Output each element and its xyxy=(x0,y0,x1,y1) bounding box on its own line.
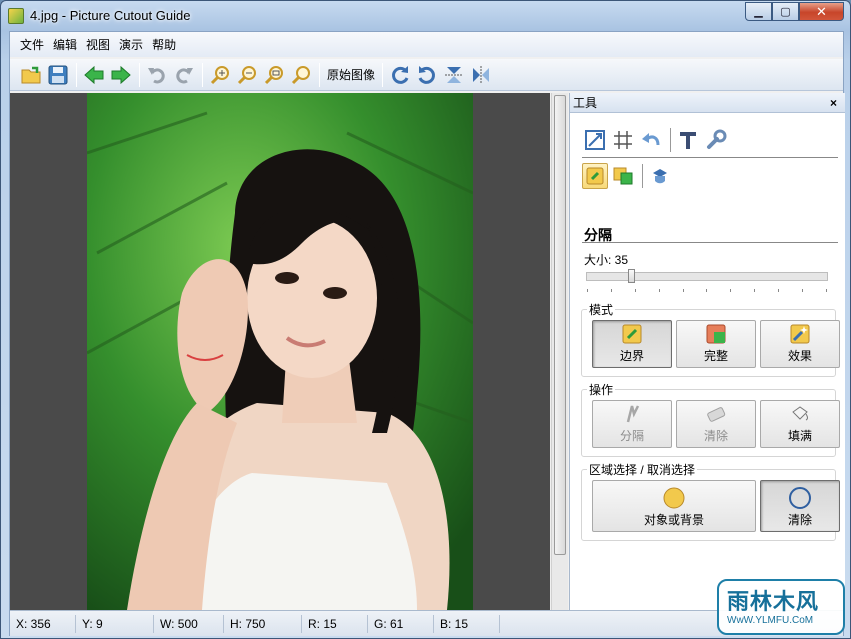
toolbar-separator xyxy=(139,62,140,87)
size-slider-thumb[interactable] xyxy=(628,269,636,283)
fill-op-button[interactable]: 填满 xyxy=(760,400,840,448)
complete-mode-label: 完整 xyxy=(703,349,728,363)
mode-icon-row xyxy=(582,163,675,189)
app-window: 4.jpg - Picture Cutout Guide ▁ ▢ ✕ 文件 编辑… xyxy=(0,0,851,639)
region-group-title: 区域选择 / 取消选择 xyxy=(587,461,698,478)
flip-vertical-icon[interactable] xyxy=(441,62,467,88)
tool-separator xyxy=(670,128,671,152)
photo-image[interactable] xyxy=(87,93,473,610)
fill-op-label: 填满 xyxy=(787,429,812,443)
separate-op-label: 分隔 xyxy=(619,429,644,443)
resize-icon[interactable] xyxy=(582,127,608,153)
status-r: R: 15 xyxy=(302,614,368,633)
zoom-fit-icon[interactable] xyxy=(261,62,287,88)
slider-ticks xyxy=(587,289,827,292)
mode-group-title: 模式 xyxy=(587,301,616,318)
status-w: W: 500 xyxy=(154,614,224,633)
separate-tool-icon[interactable] xyxy=(582,163,608,189)
status-h: H: 750 xyxy=(224,614,302,633)
clear-op-button[interactable]: 清除 xyxy=(676,400,756,448)
panel-header: 工具 × xyxy=(570,93,845,113)
watermark-url: WwW.YLMFU.CoM xyxy=(727,615,814,626)
maximize-button[interactable]: ▢ xyxy=(772,2,799,21)
menu-view[interactable]: 视图 xyxy=(86,36,110,53)
effect-mode-label: 效果 xyxy=(787,349,812,363)
menu-bar: 文件 编辑 视图 演示 帮助 xyxy=(10,32,843,57)
clear-op-label: 清除 xyxy=(703,429,728,443)
minimize-button[interactable]: ▁ xyxy=(745,2,772,21)
size-label: 大小: 35 xyxy=(584,253,629,267)
client-area: 文件 编辑 视图 演示 帮助 原始图像 工具 × 分隔 大小: 35 模式 边界… xyxy=(9,31,845,636)
original-image-button[interactable]: 原始图像 xyxy=(324,66,378,83)
toolbar-separator xyxy=(202,62,203,87)
complete-mode-button[interactable]: 完整 xyxy=(676,320,756,368)
border-mode-button[interactable]: 边界 xyxy=(592,320,672,368)
undo-icon[interactable] xyxy=(144,62,170,88)
operation-group: 操作 分隔 清除 填满 xyxy=(581,381,840,457)
tool-icon-row xyxy=(582,127,731,153)
watermark-text: 雨林木风 xyxy=(727,589,820,614)
toolbar-separator xyxy=(76,62,77,87)
image-canvas[interactable] xyxy=(10,93,550,610)
object-or-background-label: 对象或背景 xyxy=(643,513,704,527)
size-slider-track[interactable] xyxy=(586,272,828,281)
menu-file[interactable]: 文件 xyxy=(20,36,44,53)
back-arrow-icon[interactable] xyxy=(81,62,107,88)
merge-tool-icon[interactable] xyxy=(610,163,636,189)
text-icon[interactable] xyxy=(675,127,701,153)
crop-grid-icon[interactable] xyxy=(610,127,636,153)
divider xyxy=(582,157,838,158)
tools-panel: 工具 × 分隔 大小: 35 模式 边界 完整 效果 操作 分隔 清除 填满 区… xyxy=(569,93,845,610)
watermark-logo: 雨林木风 WwW.YLMFU.CoM xyxy=(717,579,845,635)
toolbar-separator xyxy=(382,62,384,87)
vertical-scrollbar[interactable] xyxy=(551,93,568,610)
tool-separator xyxy=(642,164,643,188)
undo-arrow-icon[interactable] xyxy=(638,127,664,153)
window-controls: ▁ ▢ ✕ xyxy=(745,2,844,21)
clear-region-label: 清除 xyxy=(787,513,812,527)
close-button[interactable]: ✕ xyxy=(799,2,844,21)
title-bar[interactable]: 4.jpg - Picture Cutout Guide ▁ ▢ ✕ xyxy=(1,1,850,31)
rotate-left-icon[interactable] xyxy=(414,62,440,88)
mode-group: 模式 边界 完整 效果 xyxy=(581,301,840,377)
scrollbar-thumb[interactable] xyxy=(554,95,566,555)
effect-mode-button[interactable]: 效果 xyxy=(760,320,840,368)
separate-op-button[interactable]: 分隔 xyxy=(592,400,672,448)
border-mode-label: 边界 xyxy=(619,349,644,363)
zoom-in-icon[interactable] xyxy=(207,62,233,88)
status-x: X: 356 xyxy=(10,614,76,633)
toolbar: 原始图像 xyxy=(10,59,843,91)
menu-edit[interactable]: 编辑 xyxy=(53,36,77,53)
clear-region-button[interactable]: 清除 xyxy=(760,480,840,532)
operation-group-title: 操作 xyxy=(587,381,616,398)
zoom-actual-icon[interactable] xyxy=(288,62,314,88)
rotate-right-icon[interactable] xyxy=(387,62,413,88)
divider xyxy=(582,242,838,243)
zoom-out-icon[interactable] xyxy=(234,62,260,88)
window-title: 4.jpg - Picture Cutout Guide xyxy=(30,8,191,23)
status-y: Y: 9 xyxy=(76,614,154,633)
redo-icon[interactable] xyxy=(171,62,197,88)
flip-horizontal-icon[interactable] xyxy=(468,62,494,88)
dispatch-tool-icon[interactable] xyxy=(647,163,673,189)
region-group: 区域选择 / 取消选择 对象或背景 清除 xyxy=(581,461,840,541)
status-g: G: 61 xyxy=(368,614,434,633)
toolbar-separator xyxy=(319,62,320,87)
wrench-icon[interactable] xyxy=(703,127,729,153)
object-or-background-button[interactable]: 对象或背景 xyxy=(592,480,756,532)
menu-demo[interactable]: 演示 xyxy=(119,36,143,53)
status-b: B: 15 xyxy=(434,614,500,633)
save-icon[interactable] xyxy=(45,62,71,88)
panel-title: 工具 xyxy=(573,96,598,110)
app-icon xyxy=(8,8,24,24)
forward-arrow-icon[interactable] xyxy=(108,62,134,88)
open-icon[interactable] xyxy=(18,62,44,88)
menu-help[interactable]: 帮助 xyxy=(152,36,176,53)
panel-close-icon[interactable]: × xyxy=(830,96,837,110)
